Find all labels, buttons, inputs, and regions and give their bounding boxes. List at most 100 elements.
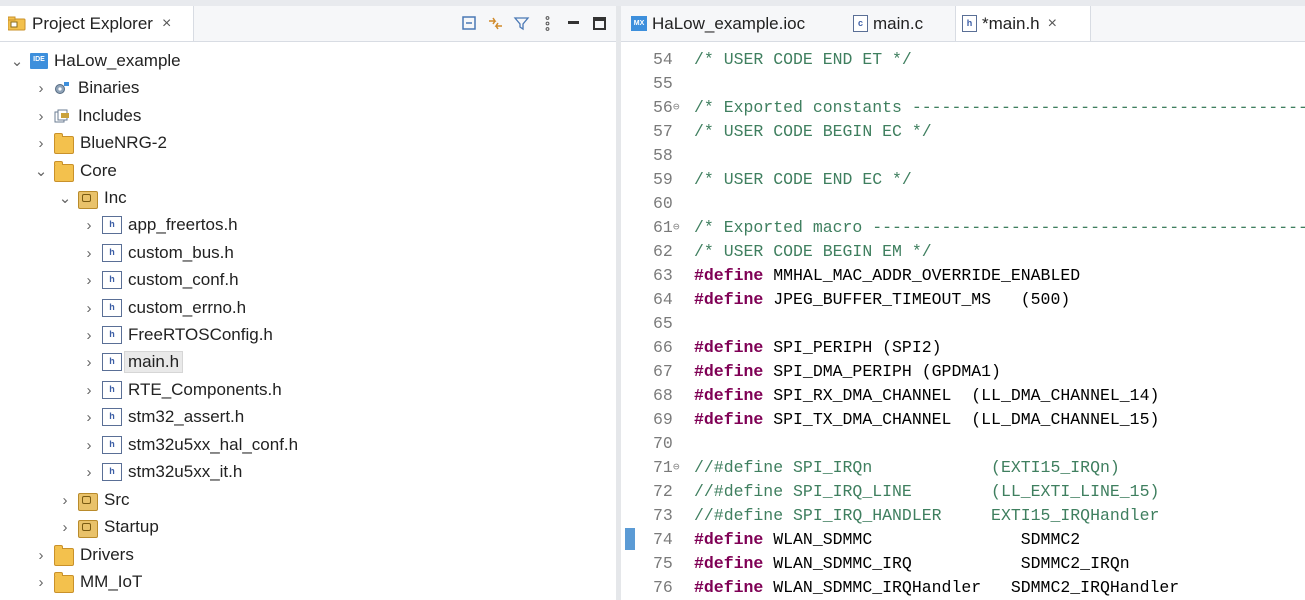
tree-item[interactable]: › Drivers [32,542,134,568]
code-line[interactable]: 76 #define WLAN_SDMMC_IRQHandler SDMMC2_I… [621,576,1305,600]
view-menu-icon[interactable] [539,15,556,32]
source-folder-icon [78,190,98,209]
comment-token: /* USER CODE BEGIN EM */ [694,242,932,261]
chevron-right-icon[interactable]: › [80,409,98,426]
code-line[interactable]: 67 #define SPI_DMA_PERIPH (GPDMA1) [621,360,1305,384]
tree-item[interactable]: ⌄ Core [32,158,117,184]
tab-project-explorer[interactable]: Project Explorer × [0,6,194,41]
editor-tab-label: main.c [873,13,924,33]
collapse-all-icon[interactable] [461,15,478,32]
code-line[interactable]: 74 #define WLAN_SDMMC SDMMC2 [621,528,1305,552]
close-icon[interactable]: × [162,15,171,33]
filter-icon[interactable] [513,15,530,32]
chevron-down-icon[interactable]: ⌄ [56,189,74,207]
code-line[interactable]: 71 ⊖ //#define SPI_IRQn (EXTI15_IRQn) [621,456,1305,480]
code-line[interactable]: 59 /* USER CODE END EC */ [621,168,1305,192]
chevron-right-icon[interactable]: › [32,547,50,564]
code-line[interactable]: 66 #define SPI_PERIPH (SPI2) [621,336,1305,360]
chevron-right-icon[interactable]: › [32,108,50,125]
fold-toggle-icon[interactable]: ⊖ [673,96,680,120]
comment-token: /* Exported constants ------------------… [694,98,1305,117]
code-line[interactable]: 57 /* USER CODE BEGIN EC */ [621,120,1305,144]
chevron-right-icon[interactable]: › [80,327,98,344]
tree-item[interactable]: › h FreeRTOSConfig.h [80,322,273,348]
tree-item[interactable]: ⌄ Inc [56,185,127,211]
editor-tab[interactable]: h *main.h × [955,6,1091,41]
tree-item[interactable]: › BlueNRG-2 [32,130,167,156]
keyword-token: #define [694,362,764,381]
editor-tab[interactable]: c main.c [847,6,955,41]
code-line[interactable]: 58 [621,144,1305,168]
tree-item[interactable]: › h custom_conf.h [80,267,239,293]
chevron-down-icon[interactable]: ⌄ [8,52,26,70]
tree-item[interactable]: ⌄ IDE HaLow_example [8,48,181,74]
code-line[interactable]: 54 /* USER CODE END ET */ [621,48,1305,72]
code-text: /* Exported constants ------------------… [694,96,1305,120]
line-number: 63 [653,266,673,285]
code-line[interactable]: 68 #define SPI_RX_DMA_CHANNEL (LL_DMA_CHA… [621,384,1305,408]
editor-tab-label: *main.h [982,13,1040,33]
tree-item[interactable]: › h stm32_assert.h [80,404,244,430]
chevron-right-icon[interactable]: › [80,300,98,317]
tree-item[interactable]: › h custom_bus.h [80,240,234,266]
chevron-right-icon[interactable]: › [32,574,50,591]
tree-item[interactable]: › h RTE_Components.h [80,377,282,403]
tree-item[interactable]: › h stm32u5xx_it.h [80,459,242,485]
code-text: #define WLAN_SDMMC_IRQ SDMMC2_IRQn [694,552,1130,576]
code-line[interactable]: 65 [621,312,1305,336]
chevron-right-icon[interactable]: › [32,135,50,152]
source-folder-icon [78,492,98,511]
chevron-right-icon[interactable]: › [56,492,74,509]
link-with-editor-icon[interactable] [487,15,504,32]
chevron-right-icon[interactable]: › [80,272,98,289]
chevron-right-icon[interactable]: › [80,354,98,371]
code-text: /* USER CODE END EC */ [694,168,912,192]
tree-item[interactable]: › h main.h [80,349,184,375]
code-line[interactable]: 55 [621,72,1305,96]
chevron-right-icon[interactable]: › [80,217,98,234]
chevron-right-icon[interactable]: › [80,437,98,454]
explorer-toolbar [461,15,608,32]
maximize-icon[interactable] [591,15,608,32]
line-number: 73 [653,506,673,525]
tree-item[interactable]: › h custom_errno.h [80,295,246,321]
code-line[interactable]: 73 //#define SPI_IRQ_HANDLER EXTI15_IRQHa… [621,504,1305,528]
chevron-right-icon[interactable]: › [32,80,50,97]
tree-item[interactable]: › Includes [32,103,142,129]
source-folder-icon [78,519,98,538]
chevron-right-icon[interactable]: › [56,519,74,536]
tree-item[interactable]: › Startup [56,514,159,540]
code-line[interactable]: 63 #define MMHAL_MAC_ADDR_OVERRIDE_ENABLE… [621,264,1305,288]
line-number: 64 [653,290,673,309]
code-line[interactable]: 56 ⊖ /* Exported constants ---------------… [621,96,1305,120]
project-icon: IDE [30,53,48,69]
fold-toggle-icon[interactable]: ⊖ [673,216,680,240]
tree-item[interactable]: › MM_IoT [32,569,142,595]
minimize-icon[interactable] [565,15,582,32]
close-icon[interactable]: × [1048,15,1057,33]
line-number: 65 [653,314,673,333]
chevron-right-icon[interactable]: › [80,382,98,399]
editor-tab[interactable]: MX HaLow_example.ioc [625,6,841,41]
code-line[interactable]: 75 #define WLAN_SDMMC_IRQ SDMMC2_IRQn [621,552,1305,576]
chevron-right-icon[interactable]: › [80,245,98,262]
header-file-icon: h [102,326,122,344]
code-line[interactable]: 69 #define SPI_TX_DMA_CHANNEL (LL_DMA_CHA… [621,408,1305,432]
code-line[interactable]: 72 //#define SPI_IRQ_LINE (LL_EXTI_LINE_1… [621,480,1305,504]
code-line[interactable]: 70 [621,432,1305,456]
header-file-icon: h [102,463,122,481]
tree-item[interactable]: › h app_freertos.h [80,212,238,238]
header-file-icon: h [102,353,122,371]
fold-toggle-icon[interactable]: ⊖ [673,456,680,480]
project-explorer-title: Project Explorer [32,13,153,33]
code-line[interactable]: 64 #define JPEG_BUFFER_TIMEOUT_MS (500) [621,288,1305,312]
tree-item[interactable]: › Binaries [32,75,140,101]
code-line[interactable]: 62 /* USER CODE BEGIN EM */ [621,240,1305,264]
code-line[interactable]: 60 [621,192,1305,216]
tree-item-label: app_freertos.h [128,215,238,234]
code-line[interactable]: 61 ⊖ /* Exported macro -------------------… [621,216,1305,240]
tree-item[interactable]: › h stm32u5xx_hal_conf.h [80,432,298,458]
tree-item[interactable]: › Src [56,487,130,513]
chevron-right-icon[interactable]: › [80,464,98,481]
chevron-down-icon[interactable]: ⌄ [32,162,50,180]
